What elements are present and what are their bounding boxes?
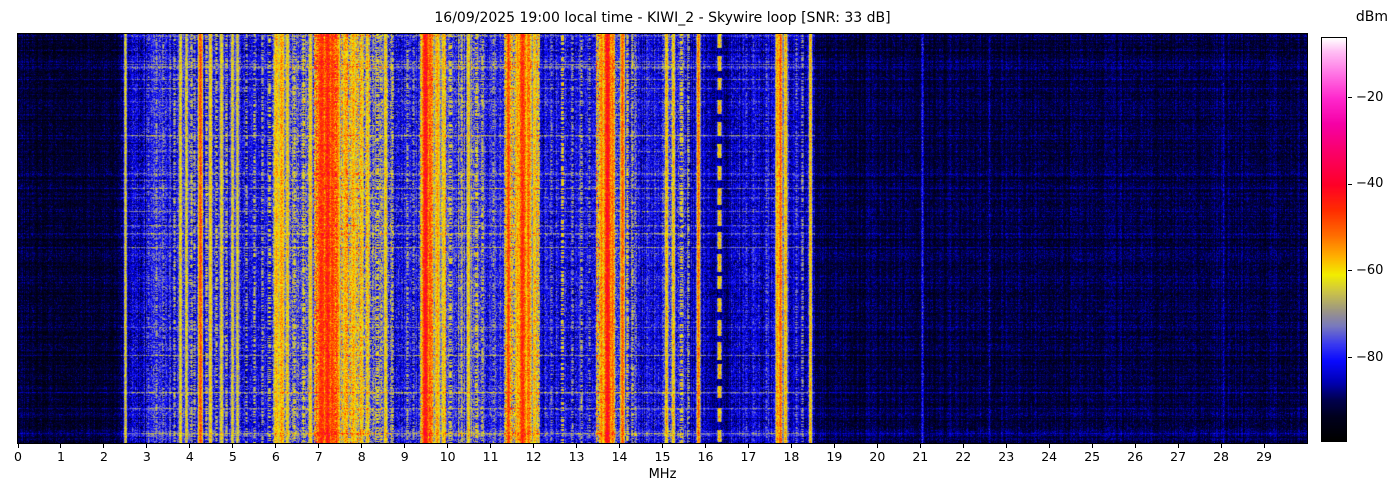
colorbar-tick-mark bbox=[1348, 183, 1352, 185]
x-tick-label: 4 bbox=[185, 449, 194, 464]
x-tick-label: 23 bbox=[998, 449, 1015, 464]
x-tick-mark bbox=[1048, 444, 1050, 448]
colorbar-tick-label: −80 bbox=[1356, 349, 1384, 365]
x-tick-label: 24 bbox=[1041, 449, 1058, 464]
colorbar-tick-mark bbox=[1348, 357, 1352, 359]
x-tick-mark bbox=[17, 444, 19, 448]
colorbar-tick-label: −40 bbox=[1356, 176, 1384, 192]
x-tick-label: 17 bbox=[740, 449, 757, 464]
spectrogram-figure: 16/09/2025 19:00 local time - KIWI_2 - S… bbox=[0, 0, 1400, 500]
x-tick-mark bbox=[447, 444, 449, 448]
colorbar-unit-label: dBm bbox=[1355, 9, 1389, 25]
x-tick-label: 15 bbox=[654, 449, 671, 464]
x-tick-mark bbox=[833, 444, 835, 448]
x-tick-mark bbox=[962, 444, 964, 448]
x-tick-label: 8 bbox=[357, 449, 366, 464]
x-tick-mark bbox=[275, 444, 277, 448]
x-tick-mark bbox=[576, 444, 578, 448]
x-tick-label: 13 bbox=[568, 449, 585, 464]
x-tick-mark bbox=[704, 444, 706, 448]
x-tick-mark bbox=[533, 444, 535, 448]
x-tick-mark bbox=[232, 444, 234, 448]
x-tick-mark bbox=[1005, 444, 1007, 448]
x-tick-mark bbox=[919, 444, 921, 448]
x-tick-label: 0 bbox=[14, 449, 22, 464]
x-tick-mark bbox=[1177, 444, 1179, 448]
x-tick-mark bbox=[1220, 444, 1222, 448]
colorbar-tick-mark bbox=[1348, 270, 1352, 272]
x-tick-mark bbox=[318, 444, 320, 448]
x-tick-label: 29 bbox=[1256, 449, 1272, 464]
x-tick-mark bbox=[404, 444, 406, 448]
x-tick-mark bbox=[361, 444, 363, 448]
x-tick-label: 21 bbox=[912, 449, 929, 464]
x-tick-label: 14 bbox=[611, 449, 628, 464]
x-tick-mark bbox=[1091, 444, 1093, 448]
x-tick-mark bbox=[747, 444, 749, 448]
x-tick-mark bbox=[619, 444, 621, 448]
x-tick-mark bbox=[1134, 444, 1136, 448]
x-tick-mark bbox=[1263, 444, 1265, 448]
x-tick-mark bbox=[146, 444, 148, 448]
x-axis-label: MHz bbox=[648, 467, 677, 482]
x-tick-label: 25 bbox=[1084, 449, 1101, 464]
x-tick-label: 18 bbox=[783, 449, 800, 464]
colorbar bbox=[1321, 37, 1347, 442]
x-tick-label: 10 bbox=[439, 449, 456, 464]
x-tick-label: 11 bbox=[482, 449, 499, 464]
x-tick-label: 28 bbox=[1213, 449, 1230, 464]
x-tick-label: 3 bbox=[142, 449, 151, 464]
x-tick-label: 9 bbox=[400, 449, 409, 464]
x-tick-label: 2 bbox=[99, 449, 108, 464]
x-tick-mark bbox=[790, 444, 792, 448]
colorbar-tick-label: −20 bbox=[1356, 89, 1384, 105]
x-tick-label: 20 bbox=[869, 449, 886, 464]
x-tick-label: 12 bbox=[525, 449, 542, 464]
x-tick-label: 19 bbox=[826, 449, 843, 464]
x-tick-mark bbox=[189, 444, 191, 448]
x-tick-mark bbox=[490, 444, 492, 448]
x-tick-mark bbox=[662, 444, 663, 448]
x-tick-label: 22 bbox=[955, 449, 972, 464]
x-tick-label: 26 bbox=[1127, 449, 1144, 464]
colorbar-tick-mark bbox=[1348, 97, 1352, 99]
colorbar-canvas bbox=[1322, 38, 1346, 441]
plot-title: 16/09/2025 19:00 local time - KIWI_2 - S… bbox=[434, 10, 891, 26]
x-tick-label: 7 bbox=[314, 449, 323, 464]
x-tick-label: 5 bbox=[228, 449, 237, 464]
colorbar-tick-label: −60 bbox=[1356, 262, 1384, 278]
x-tick-mark bbox=[876, 444, 878, 448]
x-tick-mark bbox=[103, 444, 105, 448]
x-tick-label: 1 bbox=[56, 449, 65, 464]
x-tick-label: 27 bbox=[1170, 449, 1187, 464]
spectrogram-canvas bbox=[18, 34, 1307, 443]
x-tick-mark bbox=[60, 444, 62, 448]
x-tick-label: 6 bbox=[271, 449, 280, 464]
x-tick-label: 16 bbox=[697, 449, 714, 464]
